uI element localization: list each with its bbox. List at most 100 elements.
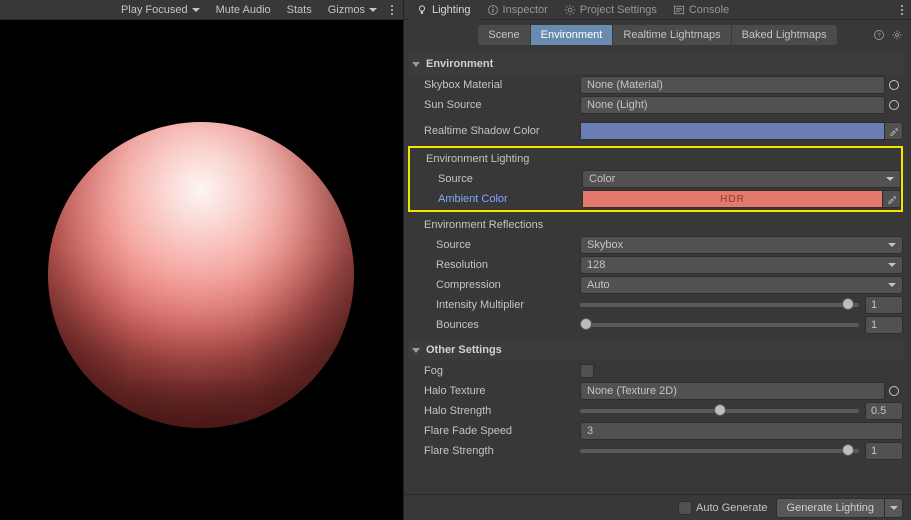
gizmos-dropdown[interactable]: Gizmos [322,1,383,19]
rendered-sphere [48,122,354,428]
halo-texture-label: Halo Texture [408,385,580,397]
tab-lighting[interactable]: Lighting [408,0,479,20]
refl-bounces-label: Bounces [408,319,580,331]
refl-bounces-slider[interactable] [580,323,859,327]
gizmos-label: Gizmos [328,4,365,16]
auto-generate-label: Auto Generate [696,502,768,514]
object-picker-button[interactable] [885,382,903,400]
refl-source-value: Skybox [587,239,623,251]
tab-project-settings[interactable]: Project Settings [556,0,665,20]
chevron-down-icon [890,506,898,510]
subtab-realtime-lightmaps[interactable]: Realtime Lightmaps [612,25,730,45]
color-swatch-hdr: HDR [583,191,882,207]
object-picker-button[interactable] [885,76,903,94]
mute-audio-toggle[interactable]: Mute Audio [210,1,277,19]
halo-strength-value[interactable]: 0.5 [865,402,903,420]
halo-strength-slider[interactable] [580,409,859,413]
game-viewport [0,20,403,520]
refl-compression-dropdown[interactable]: Auto [580,276,903,294]
play-focused-label: Play Focused [121,4,188,16]
flare-strength-value[interactable]: 1 [865,442,903,460]
lighting-panel: Lighting Inspector Project Settings Cons… [404,0,911,520]
chevron-down-icon [886,177,894,181]
refl-resolution-value: 128 [587,259,605,271]
chevron-down-icon [192,8,200,12]
refl-intensity-label: Intensity Multiplier [408,299,580,311]
panel-footer: Auto Generate Generate Lighting [404,494,911,520]
tab-inspector-label: Inspector [503,4,548,16]
auto-generate-checkbox[interactable] [678,501,692,515]
skybox-material-label: Skybox Material [408,79,580,91]
console-icon [673,4,685,16]
stats-toggle[interactable]: Stats [281,1,318,19]
section-environment-label: Environment [426,58,493,70]
target-icon [889,386,899,396]
game-toolbar: Play Focused Mute Audio Stats Gizmos [0,0,403,20]
environment-reflections-header: Environment Reflections [408,216,903,234]
gear-icon [564,4,576,16]
sun-source-label: Sun Source [408,99,580,111]
subtab-scene[interactable]: Scene [478,25,529,45]
context-menu-icon[interactable] [897,5,907,15]
refl-bounces-value[interactable]: 1 [865,316,903,334]
generate-lighting-button[interactable]: Generate Lighting [776,498,885,518]
svg-text:?: ? [877,33,881,39]
eyedropper-icon [889,126,899,136]
eyedropper-button[interactable] [885,122,903,140]
refl-resolution-label: Resolution [408,259,580,271]
chevron-down-icon [888,283,896,287]
refl-source-dropdown[interactable]: Skybox [580,236,903,254]
help-icon[interactable]: ? [873,29,885,41]
play-focused-dropdown[interactable]: Play Focused [115,1,206,19]
fold-icon [412,62,420,67]
lightbulb-icon [416,4,428,16]
flare-fade-speed-field[interactable]: 3 [580,422,903,440]
target-icon [889,100,899,110]
fog-label: Fog [408,365,580,377]
section-environment[interactable]: Environment [408,54,903,74]
panel-body: Environment Skybox Material None (Materi… [404,50,911,494]
sun-source-field[interactable]: None (Light) [580,96,885,114]
realtime-shadow-color-label: Realtime Shadow Color [408,125,580,137]
target-icon [889,80,899,90]
section-other-settings[interactable]: Other Settings [408,340,903,360]
tab-console[interactable]: Console [665,0,737,20]
gear-icon[interactable] [891,29,903,41]
generate-lighting-dropdown[interactable] [885,498,903,518]
environment-lighting-header: Environment Lighting [410,150,901,168]
flare-strength-slider[interactable] [580,449,859,453]
game-view-panel: Play Focused Mute Audio Stats Gizmos [0,0,404,520]
refl-intensity-value[interactable]: 1 [865,296,903,314]
flare-strength-label: Flare Strength [408,445,580,457]
refl-compression-label: Compression [408,279,580,291]
env-lighting-source-dropdown[interactable]: Color [582,170,901,188]
eyedropper-button[interactable] [883,190,901,208]
refl-intensity-slider[interactable] [580,303,859,307]
refl-compression-value: Auto [587,279,610,291]
subtab-baked-lightmaps[interactable]: Baked Lightmaps [731,25,837,45]
flare-fade-speed-label: Flare Fade Speed [408,425,580,437]
tab-inspector[interactable]: Inspector [479,0,556,20]
halo-strength-label: Halo Strength [408,405,580,417]
context-menu-icon[interactable] [387,5,397,15]
object-picker-button[interactable] [885,96,903,114]
tab-console-label: Console [689,4,729,16]
ambient-color-field[interactable]: HDR [582,190,883,208]
lighting-subtabs: Scene Environment Realtime Lightmaps Bak… [404,20,911,50]
halo-texture-field[interactable]: None (Texture 2D) [580,382,885,400]
info-icon [487,4,499,16]
fold-icon [412,348,420,353]
realtime-shadow-color-field[interactable] [580,122,885,140]
tab-project-settings-label: Project Settings [580,4,657,16]
tab-lighting-label: Lighting [432,4,471,16]
chevron-down-icon [888,243,896,247]
refl-resolution-dropdown[interactable]: 128 [580,256,903,274]
eyedropper-icon [887,194,897,204]
env-lighting-source-value: Color [589,173,615,185]
section-other-label: Other Settings [426,344,502,356]
skybox-material-field[interactable]: None (Material) [580,76,885,94]
fog-checkbox[interactable] [580,364,594,378]
refl-source-label: Source [408,239,580,251]
env-lighting-source-label: Source [410,173,582,185]
subtab-environment[interactable]: Environment [530,25,613,45]
